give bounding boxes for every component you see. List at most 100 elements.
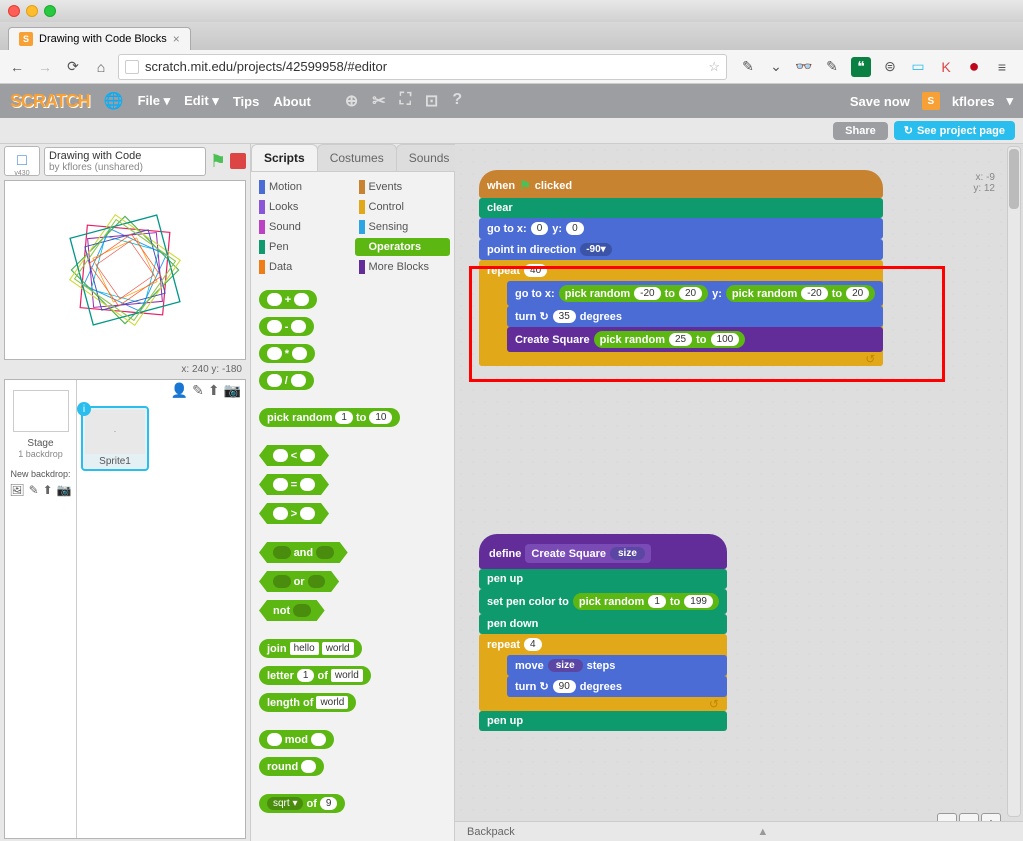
ext-icon[interactable]: ▭	[909, 58, 927, 76]
delete-icon[interactable]: ✂	[372, 91, 385, 111]
ext-icon[interactable]: 👓	[795, 58, 813, 76]
op-not[interactable]: not	[259, 600, 325, 621]
op-length[interactable]: length ofworld	[259, 693, 356, 712]
globe-icon[interactable]: 🌐	[104, 91, 124, 111]
cat-sound[interactable]: Sound	[255, 218, 351, 236]
block-point-dir[interactable]: point in direction-90▾	[479, 239, 883, 260]
block-repeat-1[interactable]: repeat40 go to x: pick random-20to20 y: …	[479, 260, 883, 366]
ext-icon[interactable]: ●	[965, 58, 983, 76]
minimize-window-icon[interactable]	[26, 5, 38, 17]
op-mul[interactable]: *	[259, 344, 315, 363]
browser-tab[interactable]: S Drawing with Code Blocks ×	[8, 27, 191, 50]
close-window-icon[interactable]	[8, 5, 20, 17]
op-gt[interactable]: >	[259, 503, 329, 524]
tips-menu[interactable]: Tips	[233, 94, 260, 109]
cat-control[interactable]: Control	[355, 198, 451, 216]
back-button[interactable]: ←	[6, 56, 28, 78]
cat-operators[interactable]: Operators	[355, 238, 451, 256]
stop-button[interactable]	[230, 153, 246, 169]
tab-sounds[interactable]: Sounds	[396, 144, 463, 171]
op-mod[interactable]: mod	[259, 730, 334, 749]
cat-more[interactable]: More Blocks	[355, 258, 451, 276]
scratch-logo[interactable]: SCRATCH	[10, 91, 90, 112]
block-turn-2[interactable]: turn ↻90degrees	[507, 676, 727, 697]
upload-icon[interactable]: ⬆	[43, 483, 53, 497]
tab-costumes[interactable]: Costumes	[317, 144, 397, 171]
grow-icon[interactable]: ⛶	[400, 91, 411, 111]
menu-icon[interactable]: ≡	[993, 58, 1011, 76]
block-repeat-2[interactable]: repeat4 movesizesteps turn ↻90degrees ↺	[479, 634, 727, 711]
op-sub[interactable]: -	[259, 317, 314, 336]
block-penup-2[interactable]: pen up	[479, 711, 727, 731]
block-clear[interactable]: clear	[479, 198, 883, 218]
help-icon[interactable]: ?	[452, 91, 462, 111]
project-title-box[interactable]: Drawing with Code by kflores (unshared)	[44, 147, 206, 176]
share-button[interactable]: Share	[833, 122, 888, 140]
fullscreen-button[interactable]: v430	[4, 146, 40, 176]
file-menu[interactable]: File ▾	[138, 93, 171, 109]
ext-icon[interactable]: ✎	[823, 58, 841, 76]
hat-when-flag[interactable]: when⚑clicked	[479, 170, 883, 198]
op-pickrandom[interactable]: pick random1to10	[259, 408, 400, 427]
library-icon[interactable]: 🖼	[9, 483, 24, 497]
cat-pen[interactable]: Pen	[255, 238, 351, 256]
green-flag-button[interactable]: ⚑	[210, 151, 226, 172]
block-setpen[interactable]: set pen color to pick random1to199	[479, 589, 727, 614]
library-icon[interactable]: 👤	[171, 382, 188, 399]
tab-scripts[interactable]: Scripts	[251, 144, 318, 171]
cat-data[interactable]: Data	[255, 258, 351, 276]
forward-button[interactable]: →	[34, 56, 56, 78]
scrollbar-vertical[interactable]	[1007, 146, 1021, 817]
op-pickrandom-color[interactable]: pick random1to199	[573, 593, 719, 610]
username[interactable]: kflores	[952, 94, 995, 109]
script-2[interactable]: define Create Squaresize pen up set pen …	[479, 534, 727, 731]
stage-thumbnail[interactable]	[13, 390, 69, 432]
block-turn-1[interactable]: turn ↻35degrees	[507, 306, 883, 327]
ext-icon[interactable]: K	[937, 58, 955, 76]
user-dropdown-icon[interactable]: ▾	[1006, 93, 1013, 109]
sprite-info-icon[interactable]: i	[77, 402, 91, 416]
op-pickrandom-size[interactable]: pick random25to100	[594, 331, 746, 348]
camera-icon[interactable]: 📷	[224, 382, 241, 399]
camera-icon[interactable]: 📷	[57, 483, 72, 497]
about-menu[interactable]: About	[273, 94, 311, 109]
upload-icon[interactable]: ⬆	[208, 382, 220, 399]
op-pickrandom-x[interactable]: pick random-20to20	[559, 285, 708, 302]
op-join[interactable]: joinhelloworld	[259, 639, 362, 658]
hat-define[interactable]: define Create Squaresize	[479, 534, 727, 569]
op-sqrt[interactable]: sqrt ▾of9	[259, 794, 345, 813]
shrink-icon[interactable]: ⊡	[425, 91, 438, 111]
backpack-bar[interactable]: Backpack ▲	[455, 821, 1023, 841]
ext-icon[interactable]: ⌄	[767, 58, 785, 76]
star-icon[interactable]: ☆	[708, 59, 720, 75]
op-eq[interactable]: =	[259, 474, 329, 495]
cat-looks[interactable]: Looks	[255, 198, 351, 216]
ext-icon[interactable]: ❝	[851, 57, 871, 77]
cat-motion[interactable]: Motion	[255, 178, 351, 196]
block-pendown[interactable]: pen down	[479, 614, 727, 634]
script-1[interactable]: when⚑clicked clear go to x:0y:0 point in…	[479, 170, 883, 366]
script-canvas[interactable]: x: -9 y: 12 when⚑clicked clear go to x:0…	[455, 144, 1023, 841]
op-lt[interactable]: <	[259, 445, 329, 466]
zoom-window-icon[interactable]	[44, 5, 56, 17]
sprite-item[interactable]: i · Sprite1	[81, 406, 149, 471]
op-add[interactable]: +	[259, 290, 317, 309]
paint-icon[interactable]: ✎	[29, 483, 39, 497]
cat-events[interactable]: Events	[355, 178, 451, 196]
tab-close-icon[interactable]: ×	[173, 32, 180, 46]
op-letter[interactable]: letter1ofworld	[259, 666, 371, 685]
home-button[interactable]: ⌂	[90, 56, 112, 78]
block-penup-1[interactable]: pen up	[479, 569, 727, 589]
cat-sensing[interactable]: Sensing	[355, 218, 451, 236]
block-move[interactable]: movesizesteps	[507, 655, 727, 676]
op-div[interactable]: /	[259, 371, 314, 390]
url-bar[interactable]: scratch.mit.edu/projects/42599958/#edito…	[118, 54, 727, 80]
ext-icon[interactable]: ✎	[739, 58, 757, 76]
op-and[interactable]: and	[259, 542, 348, 563]
paint-icon[interactable]: ✎	[192, 382, 204, 399]
duplicate-icon[interactable]: ⊕	[345, 91, 358, 111]
save-now[interactable]: Save now	[850, 94, 910, 109]
op-or[interactable]: or	[259, 571, 339, 592]
edit-menu[interactable]: Edit ▾	[184, 93, 219, 109]
op-round[interactable]: round	[259, 757, 324, 776]
